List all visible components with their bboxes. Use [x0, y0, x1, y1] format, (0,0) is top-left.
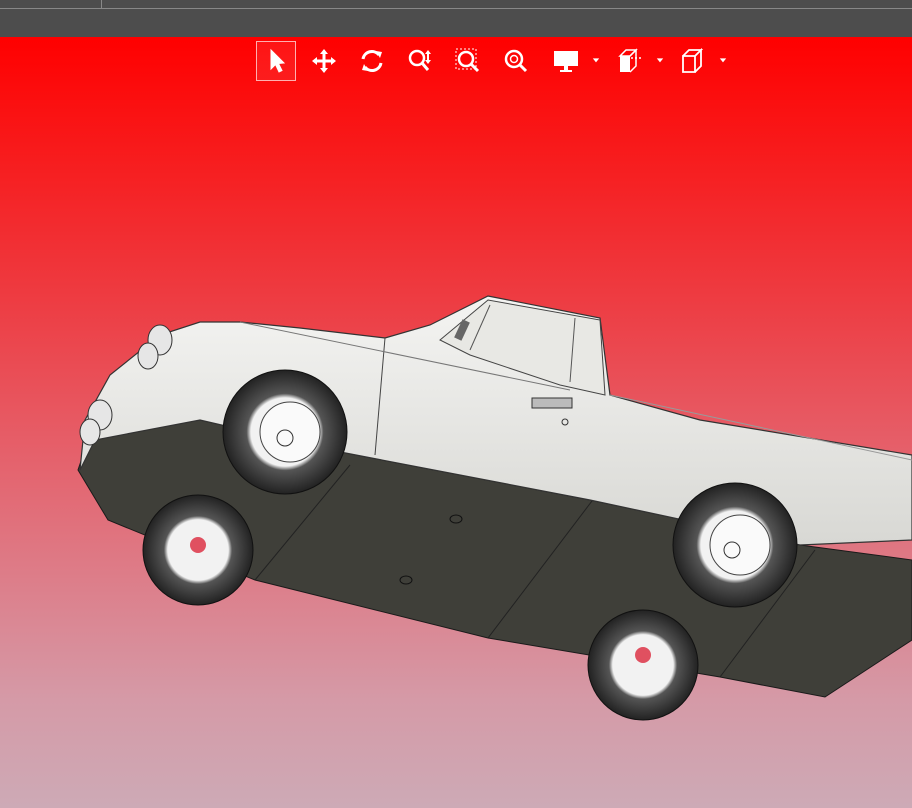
monitor-icon [554, 51, 578, 72]
window-top-bar [0, 0, 912, 37]
section-view-button[interactable] [609, 41, 649, 81]
tab-separator [101, 0, 102, 9]
view-orientation-chevron-down-icon[interactable] [718, 55, 728, 65]
section-box-icon [618, 48, 641, 73]
select-tool-button[interactable] [256, 41, 296, 81]
display-mode-chevron-down-icon[interactable] [591, 55, 601, 65]
wheel-rear-far [587, 609, 699, 721]
zoom-window-tool-button[interactable] [448, 41, 488, 81]
truck-model[interactable] [0, 37, 912, 808]
arrow-cursor-icon [270, 48, 286, 73]
zoom-in-out-icon [408, 49, 431, 71]
pan-tool-button[interactable] [304, 41, 344, 81]
zoom-fit-tool-button[interactable] [496, 41, 536, 81]
wheel-front-far [142, 494, 254, 606]
cube-icon [682, 47, 704, 73]
section-view-chevron-down-icon[interactable] [655, 55, 665, 65]
zoom-tool-button[interactable] [400, 41, 440, 81]
wheel-rear-near [672, 482, 798, 608]
display-mode-button[interactable] [546, 41, 586, 81]
zoom-window-icon [455, 48, 480, 73]
rotate-icon [361, 50, 383, 72]
rotate-tool-button[interactable] [352, 41, 392, 81]
tab-strip [0, 0, 912, 9]
move-arrows-icon [312, 49, 336, 73]
wheel-front-near [222, 369, 348, 495]
zoom-fit-icon [504, 49, 528, 73]
view-orientation-button[interactable] [673, 41, 713, 81]
